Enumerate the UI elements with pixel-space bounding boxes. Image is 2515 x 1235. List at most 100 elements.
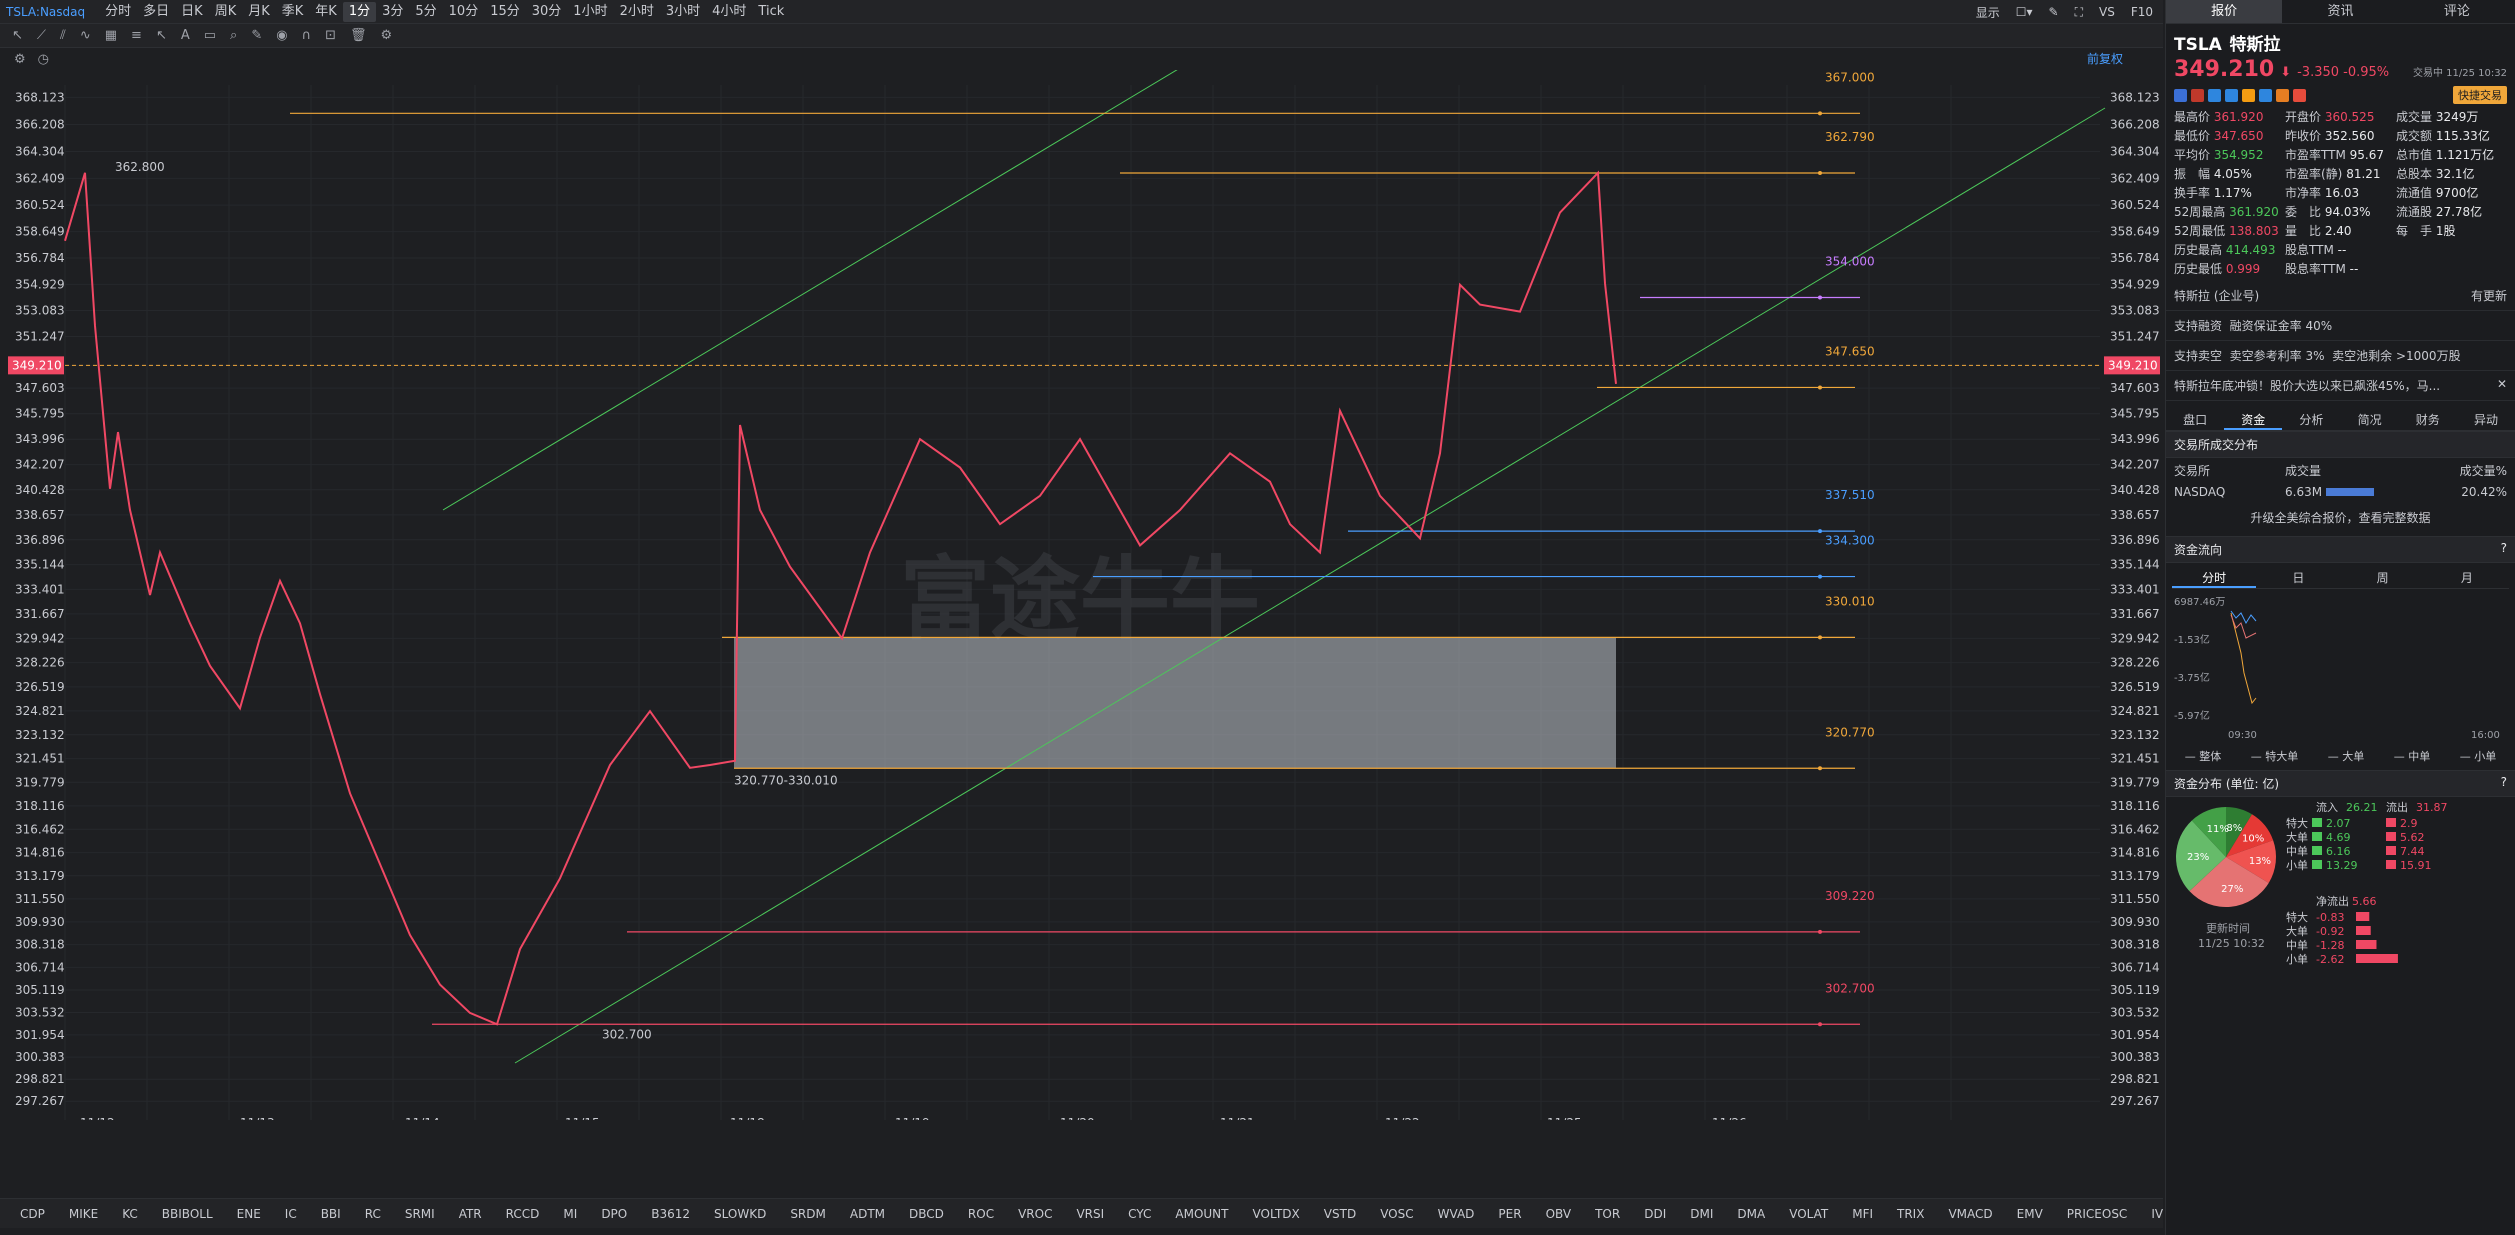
- indicator-ic[interactable]: IC: [273, 1207, 309, 1221]
- indicator-dmi[interactable]: DMI: [1678, 1207, 1725, 1221]
- indicator-srdm[interactable]: SRDM: [778, 1207, 838, 1221]
- magnet-icon[interactable]: ∩: [302, 28, 312, 43]
- grid-tool-icon[interactable]: ▦: [105, 28, 117, 43]
- news-row[interactable]: 特斯拉年底冲锁！股价大选以来已飙涨45%，马... ✕: [2166, 371, 2515, 401]
- timeframe-6[interactable]: 年K: [309, 2, 343, 22]
- indicator-dbcd[interactable]: DBCD: [897, 1207, 956, 1221]
- flow-tab-1[interactable]: 日: [2256, 567, 2340, 588]
- timeframe-16[interactable]: 4小时: [706, 2, 752, 22]
- timeframe-3[interactable]: 周K: [209, 2, 243, 22]
- indicator-roc[interactable]: ROC: [956, 1207, 1006, 1221]
- wave-tool-icon[interactable]: ∿: [80, 28, 91, 43]
- indicator-slowkd[interactable]: SLOWKD: [702, 1207, 778, 1221]
- timeframe-10[interactable]: 10分: [443, 2, 485, 22]
- timeframe-14[interactable]: 2小时: [614, 2, 660, 22]
- indicator-obv[interactable]: OBV: [1534, 1207, 1584, 1221]
- search-icon[interactable]: ⌕: [230, 28, 237, 43]
- flow-tab-2[interactable]: 周: [2341, 567, 2425, 588]
- comment-icon[interactable]: ▭: [204, 28, 216, 43]
- quick-trade-button[interactable]: 快捷交易: [2453, 86, 2507, 104]
- subtab-1[interactable]: 资金: [2224, 409, 2283, 430]
- vs-button[interactable]: VS: [2099, 5, 2115, 19]
- indicator-cyc[interactable]: CYC: [1116, 1207, 1163, 1221]
- indicator-bbi[interactable]: BBI: [309, 1207, 353, 1221]
- eye-icon[interactable]: ◉: [276, 28, 287, 43]
- display-menu[interactable]: 显示: [1976, 4, 2000, 21]
- lock-icon[interactable]: ⊡: [325, 28, 336, 43]
- indicator-vrsi[interactable]: VRSI: [1064, 1207, 1116, 1221]
- news-headline[interactable]: 特斯拉年底冲锁！股价大选以来已飙涨45%，马...: [2174, 377, 2440, 394]
- arrow-tool-icon[interactable]: ↖: [156, 28, 167, 43]
- indicator-mi[interactable]: MI: [551, 1207, 589, 1221]
- trash-icon[interactable]: 🗑: [350, 28, 367, 43]
- brush-icon[interactable]: ✎: [251, 28, 262, 43]
- subtab-2[interactable]: 分析: [2282, 409, 2340, 430]
- dist-more[interactable]: 升级全美综合报价，查看完整数据: [2166, 503, 2515, 536]
- indicator-srmi[interactable]: SRMI: [393, 1207, 447, 1221]
- indicator-rc[interactable]: RC: [353, 1207, 393, 1221]
- indicator-vmacd[interactable]: VMACD: [1936, 1207, 2004, 1221]
- indicator-dpo[interactable]: DPO: [589, 1207, 639, 1221]
- indicator-rccd[interactable]: RCCD: [494, 1207, 552, 1221]
- subtab-5[interactable]: 异动: [2457, 409, 2515, 430]
- indicator-emv[interactable]: EMV: [2005, 1207, 2055, 1221]
- timeframe-0[interactable]: 分时: [99, 2, 137, 22]
- indicator-ddi[interactable]: DDI: [1632, 1207, 1678, 1221]
- pen-icon[interactable]: ✎: [2049, 5, 2059, 19]
- symbol-label[interactable]: TSLA:Nasdaq: [6, 5, 85, 19]
- indicator-amount[interactable]: AMOUNT: [1163, 1207, 1240, 1221]
- timeframe-1[interactable]: 多日: [137, 2, 175, 22]
- flow-tab-3[interactable]: 月: [2425, 567, 2509, 588]
- fullscreen-icon[interactable]: ⛶: [2075, 5, 2083, 20]
- indicator-wvad[interactable]: WVAD: [1426, 1207, 1487, 1221]
- subtab-0[interactable]: 盘口: [2166, 409, 2224, 430]
- timeframe-2[interactable]: 日K: [175, 2, 209, 22]
- subtab-4[interactable]: 财务: [2399, 409, 2457, 430]
- timeframe-13[interactable]: 1小时: [567, 2, 613, 22]
- layout-icon[interactable]: ☐▾: [2016, 5, 2033, 19]
- indicator-mfi[interactable]: MFI: [1840, 1207, 1885, 1221]
- timeframe-4[interactable]: 月K: [242, 2, 276, 22]
- timeframe-9[interactable]: 5分: [409, 2, 442, 22]
- adjust-select[interactable]: 前复权: [2087, 50, 2123, 67]
- settings-icon[interactable]: ⚙: [381, 28, 393, 43]
- cursor-icon[interactable]: ↖: [12, 28, 23, 43]
- tab-news[interactable]: 资讯: [2282, 0, 2398, 23]
- gear-icon[interactable]: ⚙: [14, 52, 26, 67]
- indicator-vstd[interactable]: VSTD: [1312, 1207, 1368, 1221]
- indicator-cdp[interactable]: CDP: [8, 1207, 57, 1221]
- indicator-volat[interactable]: VOLAT: [1777, 1207, 1840, 1221]
- timeframe-15[interactable]: 3小时: [660, 2, 706, 22]
- line-tool-icon[interactable]: ⟋: [37, 28, 46, 43]
- text-tool-icon[interactable]: A: [181, 28, 190, 43]
- timeframe-7[interactable]: 1分: [342, 1, 377, 22]
- indicator-mike[interactable]: MIKE: [57, 1207, 110, 1221]
- fib-tool-icon[interactable]: ≡: [131, 28, 142, 43]
- indicator-tor[interactable]: TOR: [1583, 1207, 1632, 1221]
- indicator-voltdx[interactable]: VOLTDX: [1241, 1207, 1312, 1221]
- indicator-bbiboll[interactable]: BBIBOLL: [150, 1207, 225, 1221]
- clock-icon[interactable]: ◷: [38, 52, 49, 67]
- indicator-trix[interactable]: TRIX: [1885, 1207, 1936, 1221]
- timeframe-11[interactable]: 15分: [484, 2, 526, 22]
- f10-button[interactable]: F10: [2131, 5, 2153, 19]
- company-row[interactable]: 特斯拉 (企业号) 有更新: [2166, 281, 2515, 311]
- price-chart[interactable]: 368.123 368.123 366.208 366.208 364.304 364.3…: [0, 70, 2163, 1120]
- indicator-atr[interactable]: ATR: [447, 1207, 494, 1221]
- indicator-per[interactable]: PER: [1486, 1207, 1533, 1221]
- timeframe-12[interactable]: 30分: [526, 2, 568, 22]
- timeframe-8[interactable]: 3分: [376, 2, 409, 22]
- help-icon[interactable]: ?: [2501, 541, 2507, 558]
- timeframe-17[interactable]: Tick: [752, 2, 790, 22]
- flow-tab-0[interactable]: 分时: [2172, 567, 2257, 588]
- indicator-ene[interactable]: ENE: [225, 1207, 273, 1221]
- indicator-dma[interactable]: DMA: [1725, 1207, 1777, 1221]
- subtab-3[interactable]: 简况: [2341, 409, 2399, 430]
- close-icon[interactable]: ✕: [2497, 377, 2507, 394]
- tab-quote[interactable]: 报价: [2166, 0, 2283, 23]
- timeframe-5[interactable]: 季K: [276, 2, 310, 22]
- indicator-vroc[interactable]: VROC: [1006, 1207, 1064, 1221]
- indicator-adtm[interactable]: ADTM: [838, 1207, 897, 1221]
- help-icon[interactable]: ?: [2501, 775, 2507, 792]
- tab-comments[interactable]: 评论: [2399, 0, 2515, 23]
